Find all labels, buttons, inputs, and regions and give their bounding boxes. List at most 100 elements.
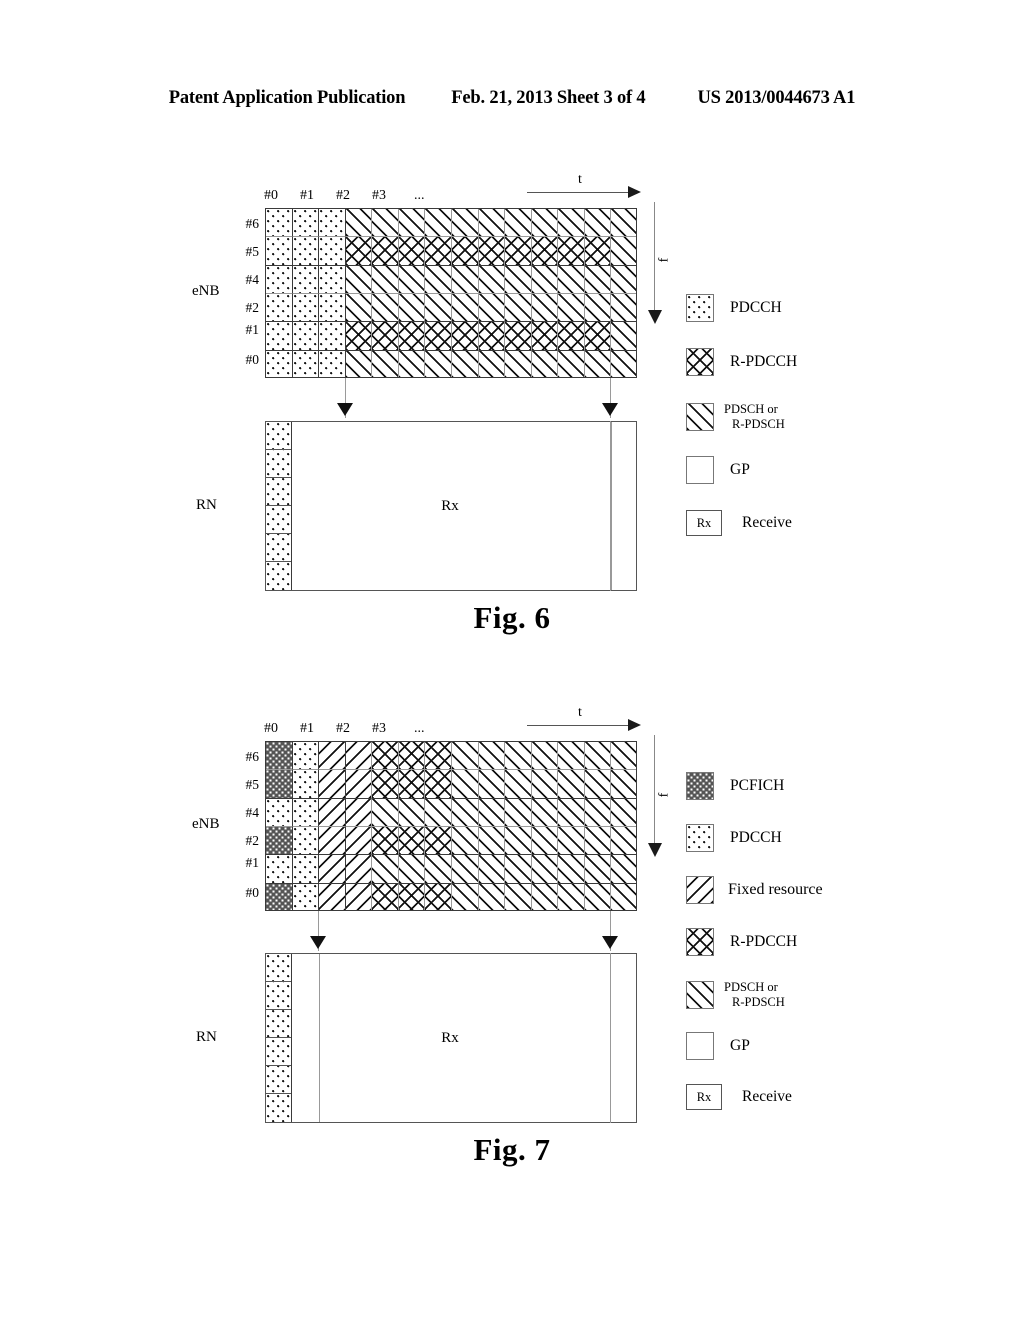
legend-label-gp: GP <box>730 460 750 478</box>
grid-cell-pdsch <box>558 209 585 238</box>
legend-item-gp: GP <box>686 456 750 484</box>
grid-cell-fixed <box>345 798 373 827</box>
grid-cell-pdsch <box>398 798 426 827</box>
grid-cell-pdsch <box>345 294 373 323</box>
grid-cell-pdsch <box>584 855 612 884</box>
column-header-2: #2 <box>336 188 350 203</box>
grid-cell-pdsch <box>478 770 506 799</box>
fig7-rx-label: Rx <box>441 1030 459 1046</box>
fig7-connector-arrow-left <box>310 936 326 949</box>
grid-cell-pdsch <box>531 855 559 884</box>
legend-item-rpdcch: R-PDCCH <box>686 348 797 376</box>
rn-pdcch-segment <box>266 1094 291 1122</box>
grid-cell-pdcch <box>266 265 293 294</box>
grid-cell-pcfich <box>266 883 293 910</box>
column-header-2: #2 <box>336 721 350 736</box>
grid-cell-pdsch <box>478 350 506 377</box>
grid-cell-rpdcch <box>425 322 452 351</box>
legend-item-pdcch: PDCCH <box>686 824 782 852</box>
grid-cell-pdcch <box>319 265 346 294</box>
grid-cell-pdsch <box>425 294 452 323</box>
grid-cell-pdsch <box>452 855 479 884</box>
rn-pdcch-segment <box>266 450 291 478</box>
fig7-connector-arrow-right <box>602 936 618 949</box>
grid-cell-pdsch <box>398 350 426 377</box>
fig6-rn-pdcch-column <box>266 422 292 590</box>
column-header-4: ... <box>414 721 425 736</box>
grid-cell-pdcch <box>292 770 320 799</box>
rn-pdcch-segment <box>266 422 291 450</box>
grid-cell-pdsch <box>452 294 479 323</box>
grid-cell-pdsch <box>345 265 373 294</box>
column-header-3: #3 <box>372 721 386 736</box>
grid-cell-pdcch <box>266 350 293 377</box>
grid-cell-rpdcch <box>531 237 559 266</box>
rn-pdcch-segment <box>266 534 291 562</box>
grid-cell-pdsch <box>558 770 585 799</box>
grid-cell-pdsch <box>611 883 636 910</box>
legend-item-pcfich: PCFICH <box>686 772 784 800</box>
grid-cell-pdsch <box>505 855 532 884</box>
fig7-freq-axis-arrowhead <box>648 843 662 857</box>
fig7-freq-axis-line <box>654 735 655 845</box>
grid-cell-rpdcch <box>478 237 506 266</box>
fig6-freq-axis-line <box>654 202 655 312</box>
legend-swatch-fixed <box>686 876 714 904</box>
grid-cell-rpdcch <box>372 883 399 910</box>
grid-cell-pdsch <box>372 265 399 294</box>
grid-cell-pdsch <box>478 209 506 238</box>
grid-cell-rpdcch <box>558 322 585 351</box>
grid-cell-pdsch <box>452 209 479 238</box>
grid-cell-pdcch <box>292 827 320 856</box>
legend-label-pdcch: PDCCH <box>730 828 782 846</box>
fig6-connector-arrow-left <box>337 403 353 416</box>
grid-cell-pdsch <box>611 798 636 827</box>
grid-cell-pdsch <box>611 237 636 266</box>
grid-cell-rpdcch <box>372 237 399 266</box>
fig7-caption: Fig. 7 <box>473 1132 551 1167</box>
row-label-1: #1 <box>245 855 260 870</box>
grid-cell-pdsch <box>531 883 559 910</box>
grid-cell-pdsch <box>398 294 426 323</box>
grid-cell-rpdcch <box>398 827 426 856</box>
grid-cell-pdsch <box>505 883 532 910</box>
grid-cell-pdsch <box>505 827 532 856</box>
row-label-2: #2 <box>245 300 260 315</box>
header-publication-title: Patent Application Publication <box>168 88 406 108</box>
grid-cell-rpdcch <box>531 322 559 351</box>
grid-cell-rpdcch <box>425 237 452 266</box>
grid-cell-pdsch <box>531 770 559 799</box>
grid-cell-rpdcch <box>584 237 612 266</box>
grid-cell-pdsch <box>611 322 636 351</box>
header-patent-number: US 2013/0044673 A1 <box>697 88 856 108</box>
legend-label-rx: Receive <box>742 1087 792 1105</box>
grid-cell-fixed <box>345 855 373 884</box>
grid-cell-rpdcch <box>372 770 399 799</box>
grid-cell-pdcch <box>266 237 293 266</box>
grid-cell-pdsch <box>531 350 559 377</box>
grid-cell-pdcch <box>292 350 320 377</box>
grid-cell-pcfich <box>266 770 293 799</box>
grid-cell-rpdcch <box>398 742 426 771</box>
grid-cell-pdsch <box>611 209 636 238</box>
grid-cell-rpdcch <box>558 237 585 266</box>
grid-cell-pdsch <box>478 265 506 294</box>
grid-cell-pcfich <box>266 742 293 771</box>
grid-cell-rpdcch <box>478 322 506 351</box>
legend-rx-box-text: Rx <box>696 1089 712 1104</box>
grid-cell-pdsch <box>345 209 373 238</box>
fig6-rx-label: Rx <box>441 498 459 514</box>
grid-cell-pdsch <box>531 798 559 827</box>
grid-cell-pdsch <box>611 265 636 294</box>
grid-cell-rpdcch <box>398 237 426 266</box>
grid-cell-pdcch <box>319 294 346 323</box>
fig6-rn-marker-left <box>611 422 612 590</box>
grid-cell-pdcch <box>292 209 320 238</box>
grid-cell-pdsch <box>478 798 506 827</box>
legend-rx-box-text: Rx <box>696 515 712 530</box>
row-label-1: #1 <box>245 322 260 337</box>
grid-cell-pdsch <box>505 798 532 827</box>
fig6-freq-axis-arrowhead <box>648 310 662 324</box>
column-header-0: #0 <box>264 188 278 203</box>
legend-swatch-gp <box>686 456 714 484</box>
